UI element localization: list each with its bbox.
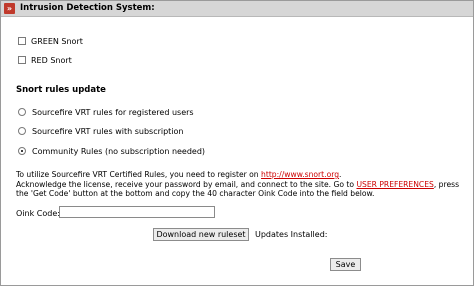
green-snort-label: GREEN Snort [31, 36, 83, 46]
rule-option-community[interactable]: Community Rules (no subscription needed) [18, 145, 205, 157]
updates-installed-label: Updates Installed: [255, 230, 328, 239]
double-chevron-right-icon: » [4, 3, 15, 14]
rule-option-registered[interactable]: Sourcefire VRT rules for registered user… [18, 106, 194, 118]
info-line-2-text: Acknowledge the license, receive your pa… [16, 179, 357, 189]
subscription-rules-radio[interactable] [18, 127, 26, 135]
registered-rules-radio[interactable] [18, 108, 26, 116]
snort-link[interactable]: http://www.snort.org [261, 170, 339, 179]
info-line-3: the 'Get Code' button at the bottom and … [16, 189, 375, 198]
community-rules-label: Community Rules (no subscription needed) [32, 146, 206, 156]
registration-info: To utilize Sourcefire VRT Certified Rule… [16, 170, 466, 199]
user-preferences-link[interactable]: USER PREFERENCES [356, 180, 433, 189]
info-line-1: To utilize Sourcefire VRT Certified Rule… [16, 170, 466, 180]
oink-code-label: Oink Code: [16, 209, 60, 218]
rule-option-subscription[interactable]: Sourcefire VRT rules with subscription [18, 125, 184, 137]
oink-code-input[interactable] [59, 206, 215, 218]
info-line-2: Acknowledge the license, receive your pa… [16, 180, 466, 190]
red-snort-checkbox[interactable] [18, 56, 26, 64]
rules-update-heading: Snort rules update [16, 85, 106, 95]
panel-title: Intrusion Detection System: [20, 3, 155, 13]
green-snort-option[interactable]: GREEN Snort [18, 35, 83, 47]
community-rules-radio[interactable] [18, 147, 26, 155]
info-line-1-end: . [339, 170, 342, 179]
red-snort-label: RED Snort [31, 55, 72, 65]
ids-panel: » Intrusion Detection System: GREEN Snor… [0, 0, 474, 286]
panel-title-bar: » Intrusion Detection System: [1, 1, 473, 17]
info-line-2-end: , press [433, 179, 460, 189]
registered-rules-label: Sourcefire VRT rules for registered user… [32, 107, 194, 117]
green-snort-checkbox[interactable] [18, 37, 26, 45]
subscription-rules-label: Sourcefire VRT rules with subscription [32, 126, 184, 136]
download-ruleset-button[interactable]: Download new ruleset [153, 228, 249, 241]
info-line-1-text: To utilize Sourcefire VRT Certified Rule… [16, 170, 262, 179]
red-snort-option[interactable]: RED Snort [18, 54, 72, 66]
save-button[interactable]: Save [330, 258, 361, 271]
